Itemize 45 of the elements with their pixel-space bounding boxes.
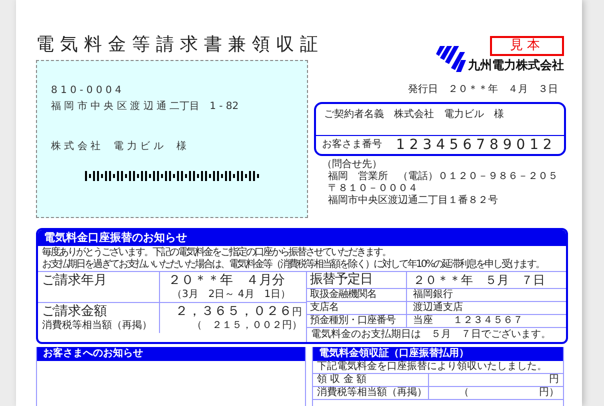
bank-field-label: 取扱金融機関名 <box>307 289 407 301</box>
sample-stamp: 見本 <box>490 36 564 56</box>
customer-number-label: お客さま番号 <box>322 138 382 152</box>
bank-field-label: 支店名 <box>307 302 407 314</box>
due-date-note: 電気料金のお支払期日は ５月 ７日でございます。 <box>310 328 552 342</box>
yen-unit: 円 <box>292 306 302 319</box>
mailing-address: 福 岡 市 中 央 区 渡 辺 通 二丁目 1 - 82 <box>51 101 240 113</box>
bank-field-value: 当座 １２３４５６７ <box>412 315 524 327</box>
receipt-field-label: 領 収 金 額 <box>313 374 429 386</box>
receipt-field-label: 消費税等相当額（再掲） <box>313 387 429 399</box>
tax-amount: （ ２１５，００２円） <box>191 320 302 332</box>
contract-name: 株式会社 電力ビル 様 <box>394 109 504 121</box>
company-name: 九州電力株式会社 <box>468 57 564 74</box>
postal-code: 8 1 0 - 0 0 0 4 <box>51 85 122 97</box>
contract-name-label: ご契約者名義 <box>324 109 384 121</box>
billing-month: ２０＊＊年 ４月分 <box>167 273 286 289</box>
contact-line: 福岡 営業所 （電話）０１２０－９８６－２０５ <box>328 171 559 183</box>
bank-field-label: 預金種別・口座番号 <box>307 315 407 327</box>
recipient-name: 株 式 会 社 電 力 ビ ル 様 <box>51 141 188 153</box>
yen-unit: 円 <box>549 374 559 386</box>
billing-month-label: ご請求年月 <box>38 272 160 302</box>
section-header: 電気料金領収証（口座振替払用） <box>313 347 563 361</box>
billing-amount: ２，３６５，０２６ <box>175 304 292 320</box>
section-header: お客さまへのお知らせ <box>37 347 305 361</box>
notice-message: お支払期日を過ぎてお支払いいただいた場合は、電気料金等（消費税等相当額を除く）に対して年10%の延滞利息を申し受けます。 <box>42 259 544 271</box>
receipt-message: 下記電気料金を口座振替により領収いたしました。 <box>313 361 563 374</box>
bank-field-value: 渡辺通支店 <box>412 302 464 314</box>
billing-amount-label: ご請求金額 <box>42 304 108 320</box>
open-parenthesis: （ <box>459 387 469 399</box>
notice-message: 毎度ありがとうございます。下記の電気料金をご指定の口座から振替させていただきます。 <box>42 247 390 258</box>
contact-line: 〒８１０－０００４ <box>328 183 419 194</box>
issue-date: 発行日 ２０＊＊年 ４月 ３日 <box>407 84 559 96</box>
barcode-icon <box>85 171 261 181</box>
contact-heading: （問合せ先） <box>322 159 383 170</box>
transfer-date-label: 振替予定日 <box>307 272 407 288</box>
billing-period: （3月 2日～ 4月 1日） <box>171 289 292 301</box>
slanted-stripes-logo-icon <box>436 44 466 74</box>
bank-field-value: 福岡銀行 <box>412 289 454 301</box>
contact-line: 福岡市中央区渡辺通二丁目１番８２号 <box>328 195 499 207</box>
transfer-date: ２０＊＊年 ５月 ７日 <box>412 272 546 288</box>
tax-label: 消費税等相当額（再掲） <box>42 320 153 332</box>
customer-number: 1 2 3 4 5 6 7 8 9 0 1 2 <box>396 137 552 153</box>
yen-unit: 円） <box>539 387 559 399</box>
document-title: 電気料金等請求書兼領収証 <box>36 33 324 57</box>
section-header: 電気料金口座振替のお知らせ <box>38 230 566 246</box>
